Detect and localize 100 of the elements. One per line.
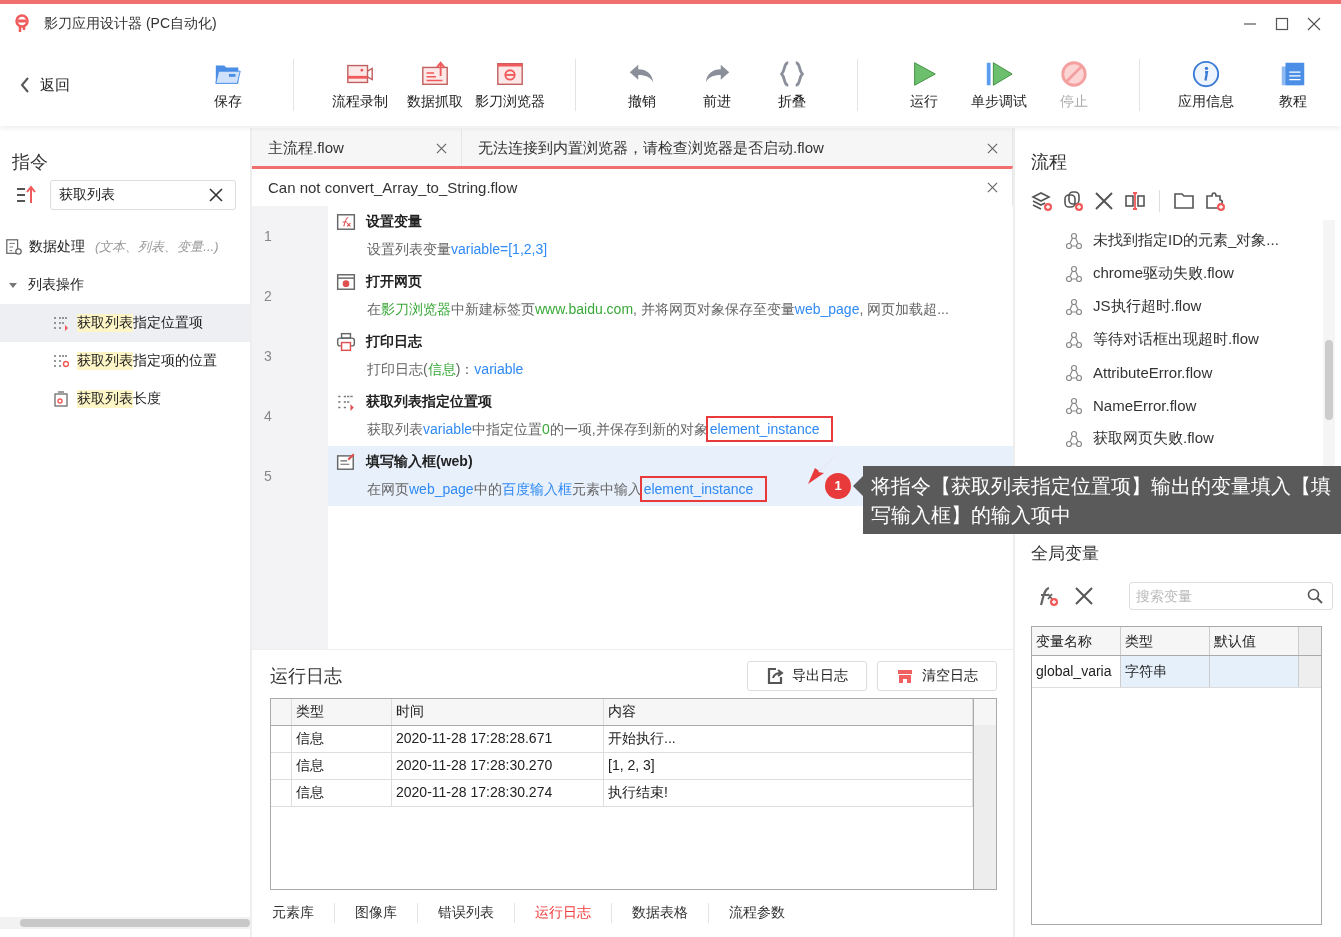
search-icon[interactable] (1307, 588, 1323, 604)
clear-icon[interactable] (209, 188, 223, 202)
run-button[interactable]: 运行 (886, 50, 961, 120)
panel-tab[interactable]: 数据表格 (612, 903, 709, 923)
maximize-icon[interactable] (1275, 17, 1289, 31)
panel-tab[interactable]: 流程参数 (709, 903, 805, 923)
step-description: 在影刀浏览器中新建标签页www.baidu.com, 并将网页对象保存至变量web_page, 网页加载超... (366, 300, 950, 319)
add-copy-icon[interactable] (1062, 190, 1084, 212)
add-puzzle-icon[interactable] (1204, 190, 1226, 212)
close-icon[interactable] (1307, 17, 1321, 31)
capture-button[interactable]: 数据抓取 (397, 50, 472, 120)
line-number: 4 (263, 407, 273, 426)
flow-item[interactable]: JS执行超时.flow (1093, 297, 1202, 316)
flow-icon (1065, 231, 1083, 250)
caret-icon[interactable] (8, 280, 18, 290)
delete-icon[interactable] (1093, 190, 1115, 212)
scrollbar-thumb[interactable] (20, 919, 250, 927)
list-icon (53, 353, 69, 369)
step-title: 设置变量 (366, 213, 422, 231)
delete-icon[interactable] (1073, 585, 1095, 607)
close-tab-icon[interactable] (987, 143, 998, 154)
table-cell: 字符串 (1125, 663, 1167, 679)
command-item[interactable]: 获取列表指定位置项 (0, 304, 250, 342)
tree-category[interactable]: 列表操作 (28, 276, 84, 294)
tutorial-button[interactable]: 教程 (1255, 50, 1330, 120)
flow-item[interactable]: 未找到指定ID的元素_对象... (1093, 231, 1279, 250)
add-function-icon[interactable] (1037, 585, 1059, 607)
step-title: 获取列表指定位置项 (366, 393, 492, 411)
add-layers-icon[interactable] (1031, 190, 1053, 212)
flow-item[interactable]: chrome驱动失败.flow (1093, 264, 1234, 283)
table-cell: 信息 (292, 726, 392, 752)
window-title: 影刀应用设计器 (PC自动化) (44, 15, 217, 33)
command-item[interactable]: 获取列表长度 (0, 380, 250, 418)
line-number: 1 (263, 227, 273, 246)
panel-tab[interactable]: 运行日志 (515, 903, 612, 923)
category-icon[interactable] (5, 238, 23, 256)
column-header[interactable]: 类型 (292, 699, 392, 725)
table-cell: 2020-11-28 17:28:28.671 (392, 726, 604, 752)
flow-step[interactable]: 设置变量 设置列表变量variable=[1,2,3] (328, 206, 1013, 266)
flow-icon (1065, 363, 1083, 382)
step-description: 打印日志(信息)：variable (366, 360, 525, 379)
app-logo-icon (12, 14, 32, 34)
save-button[interactable]: 保存 (190, 50, 265, 120)
export-log-button[interactable]: 导出日志 (747, 661, 867, 691)
flow-item[interactable]: NameError.flow (1093, 397, 1197, 414)
close-tab-icon[interactable] (436, 143, 447, 154)
scrollbar-track[interactable] (973, 699, 996, 889)
line-number: 5 (263, 467, 273, 486)
export-icon (766, 667, 784, 685)
column-header[interactable]: 时间 (392, 699, 604, 725)
panel-title: 流程 (1030, 151, 1068, 174)
table-cell: 信息 (292, 780, 392, 806)
input-icon (336, 452, 356, 472)
sort-icon[interactable] (16, 185, 36, 205)
stop-icon (1058, 59, 1089, 89)
folder-icon[interactable] (1173, 190, 1195, 212)
flow-icon (1065, 330, 1083, 349)
flow-step[interactable]: 打印日志 打印日志(信息)：variable (328, 326, 1013, 386)
flow-icon (1065, 297, 1083, 316)
flow-step[interactable]: 获取列表指定位置项 获取列表variable中指定位置0的一项,并保存到新的对象 element_instance (328, 386, 1013, 446)
fold-button[interactable]: 折叠 (754, 50, 829, 120)
list-icon (53, 315, 69, 331)
table-cell: 2020-11-28 17:28:30.274 (392, 780, 604, 806)
flow-icon (1065, 396, 1083, 415)
rename-icon[interactable] (1124, 190, 1146, 212)
panel-title: 指令 (11, 151, 49, 174)
back-button[interactable]: 返回 (0, 65, 190, 105)
search-field[interactable]: 获取列表 (50, 180, 236, 210)
step-title: 填写输入框(web) (366, 453, 473, 471)
flow-step[interactable]: 打开网页 在影刀浏览器中新建标签页www.baidu.com, 并将网页对象保存至变量web_page, 网页加载超... (328, 266, 1013, 326)
callout-tooltip: 将指令【获取列表指定位置项】输出的变量填入【填写输入框】的输入项中 (853, 466, 1341, 534)
info-button[interactable]: 应用信息 (1168, 50, 1243, 120)
close-tab-icon[interactable] (987, 182, 998, 193)
list-icon (53, 391, 69, 407)
flow-item[interactable]: AttributeError.flow (1093, 364, 1213, 381)
scrollbar-thumb[interactable] (1325, 340, 1333, 420)
panel-tab[interactable]: 图像库 (335, 903, 418, 923)
flow-icon (1065, 264, 1083, 283)
browser-button[interactable]: 影刀浏览器 (472, 50, 547, 120)
flow-item[interactable]: 等待对话框出现超时.flow (1093, 330, 1259, 349)
flow-item[interactable]: 获取网页失败.flow (1093, 429, 1214, 448)
command-item[interactable]: 获取列表指定项的位置 (0, 342, 250, 380)
column-header[interactable]: 类型 (1121, 627, 1210, 655)
clear-log-button[interactable]: 清空日志 (877, 661, 997, 691)
search-field[interactable]: 搜索变量 (1129, 582, 1333, 610)
panel-tab[interactable]: 元素库 (270, 903, 335, 923)
panel-tab[interactable]: 错误列表 (418, 903, 515, 923)
redo-button[interactable]: 前进 (679, 50, 754, 120)
clear-icon (896, 667, 914, 685)
undo-button[interactable]: 撤销 (604, 50, 679, 120)
step-title: 打印日志 (366, 333, 422, 351)
webpage-icon (336, 272, 356, 292)
file-tab[interactable]: Can not convert_Array_to_String.flow (252, 166, 1013, 206)
tree-category[interactable]: 数据处理 (29, 238, 85, 256)
column-header[interactable]: 变量名称 (1032, 627, 1121, 655)
step-button[interactable]: 单步调试 (961, 50, 1036, 120)
info-icon (1190, 59, 1221, 89)
variable-icon (336, 212, 356, 232)
table-cell: 2020-11-28 17:28:30.270 (392, 753, 604, 779)
record-button[interactable]: 流程录制 (322, 50, 397, 120)
